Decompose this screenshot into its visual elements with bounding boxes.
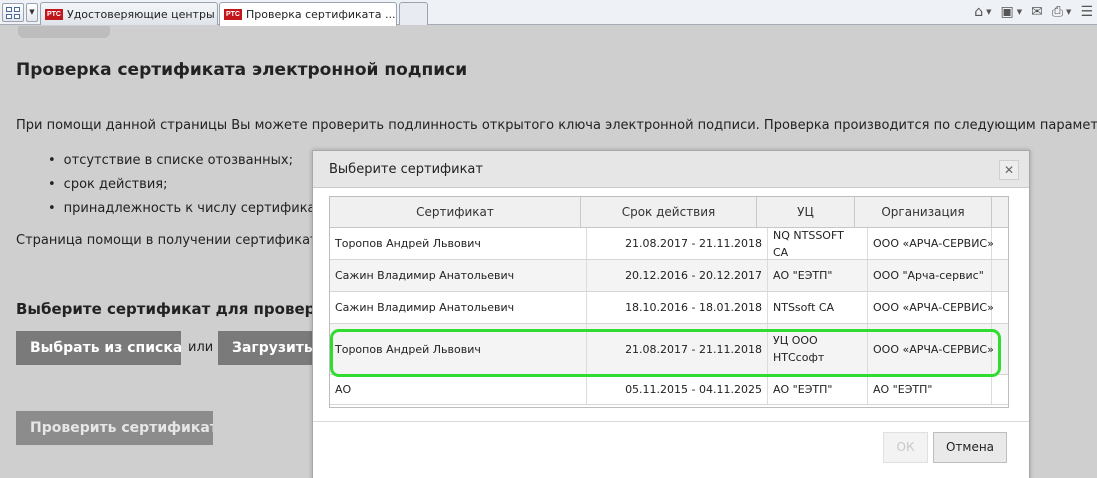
chevron-down-icon[interactable]: ▼	[1017, 8, 1022, 16]
list-item: принадлежность к числу сертификато	[48, 201, 331, 225]
tab-title: Проверка сертификата ...	[246, 8, 396, 21]
quick-tabs-icon	[14, 14, 20, 19]
home-icon[interactable]: ⌂	[974, 4, 983, 20]
cell-ca: АО "ЕЭТП"	[768, 375, 868, 404]
certificate-table: Сертификат Срок действия УЦ Организация …	[329, 196, 1009, 408]
help-link-text[interactable]: Страница помощи в получении сертификата …	[16, 233, 337, 248]
pick-from-list-button[interactable]: Выбрать из списка	[16, 331, 181, 365]
table-body: Торопов Андрей Львович 21.08.2017 - 21.1…	[330, 228, 1008, 405]
list-item: отсутствие в списке отозванных;	[48, 153, 331, 177]
cell-ca: УЦ ООО НТСсофт	[768, 324, 868, 374]
tab-certificate-check[interactable]: РТС Проверка сертификата ... ✕	[219, 2, 397, 26]
page-top-tab	[18, 26, 110, 38]
page-menu-icon[interactable]: ☰	[1080, 4, 1093, 20]
table-row[interactable]: Сажин Владимир Анатольевич 18.10.2016 - …	[330, 292, 1008, 324]
cancel-button[interactable]: Отмена	[933, 432, 1007, 463]
table-header: Сертификат Срок действия УЦ Организация	[330, 197, 1008, 228]
browser-tab-strip: ▼ РТС Удостоверяющие центры ... РТС Пров…	[0, 0, 1097, 26]
print-icon[interactable]: ⎙	[1052, 4, 1063, 20]
quick-tabs-icon	[6, 14, 12, 19]
cell-organization: ООО «АРЧА-СЕРВИС»	[868, 228, 994, 259]
cell-organization: АО "ЕЭТП"	[868, 375, 992, 404]
select-certificate-dialog: Выберите сертификат ✕ Сертификат Срок де…	[312, 150, 1030, 478]
new-tab-button[interactable]	[399, 2, 428, 25]
dialog-title: Выберите сертификат	[329, 162, 483, 177]
chevron-down-icon[interactable]: ▼	[1066, 8, 1071, 16]
cell-ca: NTSsoft CA	[768, 292, 868, 323]
quick-tabs-icon	[14, 7, 20, 12]
column-header-ca[interactable]: УЦ	[757, 197, 855, 228]
ok-button[interactable]: ОК	[883, 432, 928, 463]
column-header-certificate[interactable]: Сертификат	[330, 197, 581, 228]
table-row[interactable]: АО 05.11.2015 - 04.11.2025 АО "ЕЭТП" АО …	[330, 375, 1008, 405]
tab-list-dropdown[interactable]: ▼	[26, 3, 38, 22]
cell-validity: 18.10.2016 - 18.01.2018	[587, 292, 768, 323]
cell-ca: АО "ЕЭТП"	[768, 260, 868, 291]
choose-certificate-heading: Выберите сертификат для проверки	[16, 300, 337, 318]
cell-validity: 21.08.2017 - 21.11.2018	[587, 324, 768, 374]
dialog-header: Выберите сертификат ✕	[313, 151, 1029, 188]
chevron-down-icon[interactable]: ▼	[986, 8, 991, 16]
intro-text: При помощи данной страницы Вы можете про…	[16, 118, 1097, 133]
table-row[interactable]: Сажин Владимир Анатольевич 20.12.2016 - …	[330, 260, 1008, 292]
cell-certificate: Торопов Андрей Львович	[330, 324, 587, 374]
column-header-validity[interactable]: Срок действия	[581, 197, 757, 228]
check-parameters-list: отсутствие в списке отозванных; срок дей…	[48, 153, 331, 225]
quick-tabs-icon	[6, 7, 12, 12]
cell-organization: ООО «АРЧА-СЕРВИС»	[868, 292, 994, 323]
tab-certification-centers[interactable]: РТС Удостоверяющие центры ...	[40, 2, 218, 25]
cell-organization: ООО "Арча-сервис"	[868, 260, 992, 291]
quick-tabs-button[interactable]	[2, 3, 24, 22]
close-icon[interactable]: ✕	[999, 160, 1019, 180]
dialog-footer-divider	[313, 421, 1029, 422]
table-row[interactable]: Торопов Андрей Львович 21.08.2017 - 21.1…	[330, 228, 1008, 260]
cell-certificate: АО	[330, 375, 587, 404]
rts-favicon-icon: РТС	[45, 8, 63, 20]
cell-organization: ООО «АРЧА-СЕРВИС»	[868, 324, 994, 374]
command-bar: ⌂ ▼ ▣ ▼ ✉ ⎙ ▼ ☰	[974, 2, 1093, 22]
upload-file-button[interactable]: Загрузить ф	[218, 331, 314, 365]
verify-certificate-button[interactable]: Проверить сертификат	[16, 411, 213, 445]
cell-ca: NQ NTSSOFT CA	[768, 228, 868, 259]
cell-certificate: Сажин Владимир Анатольевич	[330, 292, 587, 323]
table-row[interactable]: Торопов Андрей Львович 21.08.2017 - 21.1…	[330, 324, 1008, 375]
read-mail-icon[interactable]: ✉	[1031, 4, 1043, 20]
cell-validity: 05.11.2015 - 04.11.2025	[587, 375, 768, 404]
cell-validity: 21.08.2017 - 21.11.2018	[587, 228, 768, 259]
cell-validity: 20.12.2016 - 20.12.2017	[587, 260, 768, 291]
rss-feed-icon[interactable]: ▣	[1000, 4, 1013, 20]
cell-certificate: Торопов Андрей Львович	[330, 228, 587, 259]
tab-title: Удостоверяющие центры ...	[67, 7, 218, 21]
rts-favicon-icon: РТС	[224, 9, 242, 20]
cell-certificate: Сажин Владимир Анатольевич	[330, 260, 587, 291]
column-header-organization[interactable]: Организация	[855, 197, 992, 228]
page-title: Проверка сертификата электронной подписи	[16, 60, 468, 80]
or-label: или	[188, 340, 214, 355]
list-item: срок действия;	[48, 177, 331, 201]
